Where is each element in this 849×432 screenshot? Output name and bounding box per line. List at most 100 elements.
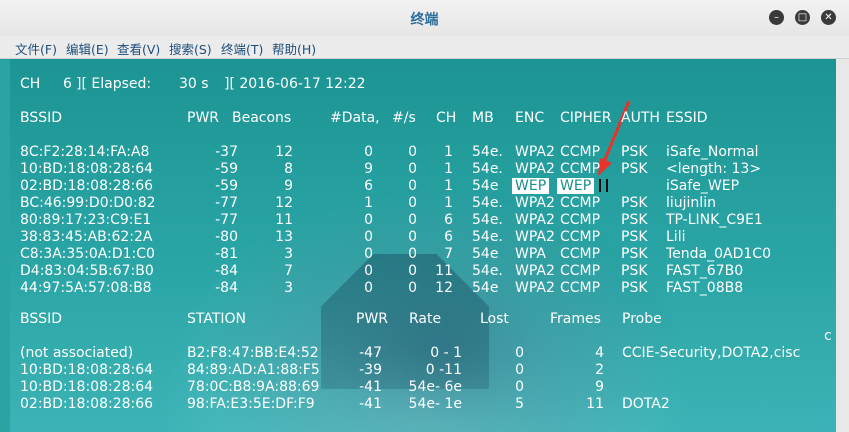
ap-pwr-cell: -81 [215,246,238,262]
ap-beacons-cell: 12 [275,144,293,160]
ap-pwr-cell: -59 [215,178,238,194]
menu-help[interactable]: 帮助(H) [272,39,316,58]
ap-mb-cell: 54e [472,280,499,296]
ap-channel-cell: 1 [444,195,453,211]
ap-cipher-cell: CCMP [560,246,601,262]
ap-pwr-cell: -37 [215,144,238,160]
ap-channel-cell: 6 [444,229,453,245]
ap-essid-cell: FAST_67B0 [666,263,744,279]
station-header-rate: Rate [409,311,442,327]
ap-cipher-cell: CCMP [560,195,601,211]
ap-bssid-cell: 80:89:17:23:C9:E1 [20,212,152,228]
ap-header-essid: ESSID [666,110,708,126]
ap-auth-cell: PSK [621,195,648,211]
ap-bssid-cell: 10:BD:18:08:28:64 [20,161,154,177]
station-pwr-cell: -41 [359,379,382,395]
station-bssid-cell: 02:BD:18:08:28:66 [20,396,154,412]
station-bssid-cell: (not associated) [20,345,134,361]
ap-header-channel: CH [436,110,457,126]
ap-channel-cell: 6 [444,212,453,228]
station-frames-cell: 4 [595,345,604,361]
menu-search[interactable]: 搜索(S) [169,39,212,58]
window-titlebar[interactable]: 终端 – □ ✕ [0,0,849,37]
ap-enc-cell: WPA2 [515,263,555,279]
ap-essid-cell: FAST_08B8 [666,280,744,296]
ap-header-bssid: BSSID [20,110,63,126]
maximize-button[interactable]: □ [795,10,810,25]
station-station-cell: 98:FA:E3:5E:DF:F9 [187,396,315,412]
station-lost-cell: 0 [515,362,524,378]
ap-cipher-cell: CCMP [560,263,601,279]
menu-edit[interactable]: 编辑(E) [66,39,109,58]
ap-bssid-cell: BC:46:99:D0:D0:82 [20,195,156,211]
ap-bssid-cell: 8C:F2:28:14:FA:A8 [20,144,150,160]
menu-terminal[interactable]: 终端(T) [221,39,263,58]
minimize-button[interactable]: – [769,10,784,25]
ap-pwr-cell: -77 [215,195,238,211]
ap-cipher-cell: CCMP [560,144,601,160]
ap-pwr-cell: -59 [215,161,238,177]
station-header-station: STATION [187,311,247,327]
ap-channel-cell: 1 [444,144,453,160]
ap-header-cipher: CIPHER [560,110,612,126]
terminal-area[interactable]: CH 6 ][ Elapsed: 30 s ][ 2016-06-17 12:2… [10,59,836,432]
ap-essid-cell: liujinlin [666,195,716,211]
terminal-scrollbar[interactable] [836,59,849,432]
ap-channel-cell: 7 [444,246,453,262]
station-frames-cell: 9 [595,379,604,395]
ap-auth-cell: PSK [621,212,648,228]
station-bssid-cell: 10:BD:18:08:28:64 [20,379,154,395]
station-header-bssid: BSSID [20,311,63,327]
ap-beacons-cell: 13 [275,229,293,245]
ap-beacons-cell: 3 [284,246,293,262]
station-header-pwr: PWR [356,311,389,327]
ap-cipher-cell: WEP [557,178,595,194]
close-button[interactable]: ✕ [821,10,836,25]
station-frames-cell: 2 [595,362,604,378]
ap-channel-cell: 12 [435,280,453,296]
ap-mb-cell: 54e. [472,263,503,279]
station-lost-cell: 0 [515,345,524,361]
ap-header-auth: AUTH [621,110,660,126]
ap-pwr-cell: -84 [215,263,238,279]
station-pwr-cell: -47 [359,345,382,361]
ap-beacons-cell: 9 [284,178,293,194]
ap-pwr-cell: -77 [215,212,238,228]
ap-essid-cell: Lili [666,229,686,245]
ap-pwr-cell: -84 [215,280,238,296]
station-pwr-cell: -39 [359,362,382,378]
ap-bssid-cell: D4:83:04:5B:67:B0 [20,263,154,279]
ap-mb-cell: 54e. [472,161,503,177]
station-station-cell: 84:89:AD:A1:88:F5 [187,362,320,378]
ap-mb-cell: 54e. [472,195,503,211]
ap-bssid-cell: 02:BD:18:08:28:66 [20,178,154,194]
ap-cipher-cell: CCMP [560,229,601,245]
ap-mb-cell: 54e. [472,212,503,228]
station-lost-cell: 0 [515,379,524,395]
ap-beacons-cell: 11 [275,212,293,228]
menu-view[interactable]: 查看(V) [117,39,160,58]
station-header-frames: Frames [550,311,601,327]
station-frames-cell: 11 [586,396,604,412]
ap-enc-cell: WPA2 [515,212,555,228]
ap-enc-cell: WPA2 [515,161,555,177]
ap-mb-cell: 54e. [472,144,503,160]
ap-essid-cell: Tenda_0AD1C0 [666,246,771,262]
menu-file[interactable]: 文件(F) [15,39,57,58]
station-station-cell: B2:F8:47:BB:E4:52 [187,345,319,361]
station-lost-cell: 5 [515,396,524,412]
ap-cipher-cell: CCMP [560,280,601,296]
station-probe-cell: DOTA2 [622,396,670,412]
station-header-lost: Lost [480,311,509,327]
ap-auth-cell: PSK [621,246,648,262]
ap-enc-cell: WPA2 [515,229,555,245]
ap-auth-cell: PSK [621,144,648,160]
ap-header-beacons: Beacons [232,110,292,126]
ap-channel-cell: 1 [444,178,453,194]
ap-essid-cell: iSafe_WEP [666,178,740,194]
ap-auth-cell: PSK [621,161,648,177]
station-header-probe: Probe [622,311,662,327]
ap-mb-cell: 54e [472,178,499,194]
ap-mb-cell: 54e [472,246,499,262]
station-bssid-cell: 10:BD:18:08:28:64 [20,362,154,378]
